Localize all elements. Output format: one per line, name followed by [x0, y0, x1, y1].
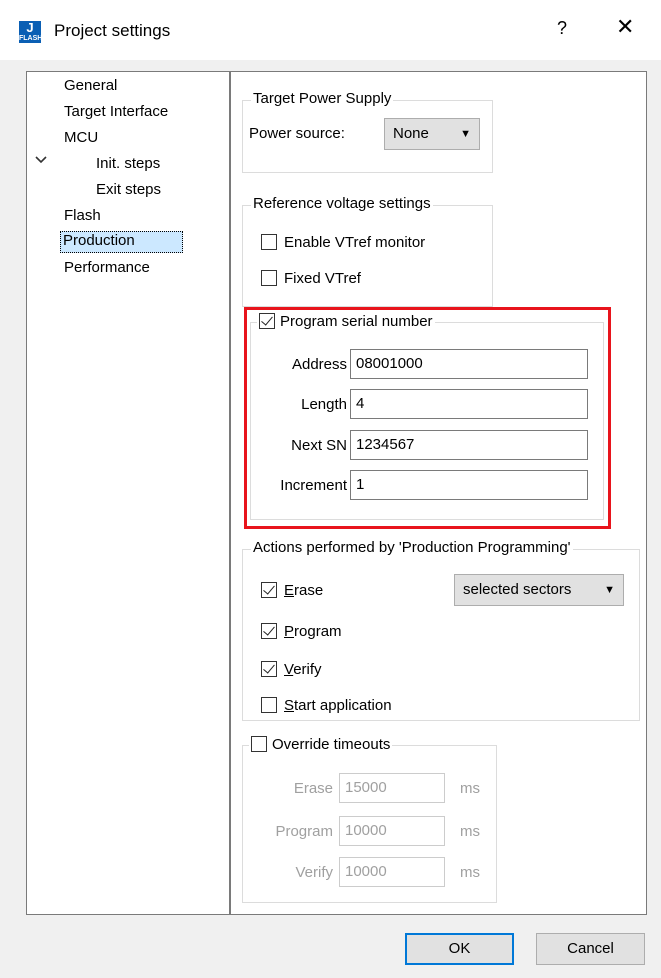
start-label-mnemonic: S: [284, 696, 295, 714]
override-timeouts-group: Override timeouts Erase 15000 ms Program…: [242, 735, 497, 903]
fixed-vtref-checkbox-row[interactable]: Fixed VTref: [261, 269, 361, 287]
erase-label-mnemonic: E: [284, 581, 295, 599]
enable-vtref-checkbox-row[interactable]: Enable VTref monitor: [261, 233, 425, 251]
power-source-value: None: [393, 125, 429, 142]
erase-mode-value: selected sectors: [463, 581, 572, 598]
override-timeouts-label: Override timeouts: [272, 735, 391, 753]
fixed-vtref-checkbox[interactable]: [261, 270, 277, 287]
tree-item-init-steps[interactable]: Init. steps: [96, 155, 160, 172]
tree-item-exit-steps[interactable]: Exit steps: [96, 181, 161, 198]
verify-label-mnemonic: V: [284, 660, 294, 678]
help-button[interactable]: ?: [557, 18, 567, 39]
verify-checkbox[interactable]: [261, 661, 277, 678]
program-checkbox-row[interactable]: Program: [261, 622, 342, 640]
settings-tree[interactable]: General Target Interface MCU Init. steps…: [26, 71, 230, 915]
erase-label: rase: [294, 581, 324, 599]
power-source-label: Power source:: [249, 125, 345, 142]
verify-timeout-unit: ms: [460, 864, 480, 881]
verify-timeout-input[interactable]: 10000: [339, 857, 445, 887]
tree-item-target-interface[interactable]: Target Interface: [64, 103, 168, 120]
target-power-group: Target Power Supply Power source: None ▼: [242, 90, 493, 173]
program-checkbox[interactable]: [261, 623, 277, 640]
start-application-checkbox[interactable]: [261, 697, 277, 714]
tree-item-flash[interactable]: Flash: [64, 207, 101, 224]
group-title: Target Power Supply: [251, 90, 394, 107]
window-title: Project settings: [54, 21, 171, 40]
program-label: rogram: [294, 622, 342, 640]
verify-timeout-label: Verify: [295, 864, 333, 881]
close-button[interactable]: ✕: [616, 14, 634, 40]
reference-voltage-group: Reference voltage settings Enable VTref …: [242, 195, 493, 307]
cancel-button[interactable]: Cancel: [536, 933, 645, 965]
tree-item-mcu[interactable]: MCU: [64, 129, 98, 146]
verify-label: erify: [293, 660, 322, 678]
program-timeout-input[interactable]: 10000: [339, 816, 445, 846]
production-settings-panel: Target Power Supply Power source: None ▼…: [230, 71, 647, 915]
dialog-client: General Target Interface MCU Init. steps…: [8, 60, 653, 970]
override-timeouts-checkbox-row[interactable]: Override timeouts: [249, 735, 393, 753]
power-source-select[interactable]: None ▼: [384, 118, 480, 150]
erase-timeout-input[interactable]: 15000: [339, 773, 445, 803]
title-bar: J FLASH Project settings ? ✕: [0, 0, 661, 60]
group-title: Reference voltage settings: [251, 195, 433, 212]
ok-button[interactable]: OK: [405, 933, 514, 965]
start-application-label: tart application: [294, 696, 392, 714]
group-title: Actions performed by 'Production Program…: [251, 539, 573, 556]
enable-vtref-checkbox[interactable]: [261, 234, 277, 251]
erase-checkbox-row[interactable]: Erase: [261, 581, 323, 599]
program-label-mnemonic: P: [284, 622, 295, 640]
dropdown-arrow-icon: ▼: [460, 128, 471, 140]
production-actions-group: Actions performed by 'Production Program…: [242, 539, 640, 721]
program-timeout-label: Program: [275, 823, 333, 840]
tree-item-production[interactable]: Production: [60, 231, 183, 253]
tree-item-general[interactable]: General: [64, 77, 117, 94]
app-icon-letter: J: [26, 21, 34, 35]
fixed-vtref-label: Fixed VTref: [284, 269, 361, 287]
highlight-annotation: [244, 307, 611, 529]
start-application-checkbox-row[interactable]: Start application: [261, 696, 392, 714]
jflash-app-icon: J FLASH: [19, 21, 41, 43]
app-icon-sub: FLASH: [19, 35, 41, 42]
verify-checkbox-row[interactable]: Verify: [261, 660, 322, 678]
enable-vtref-label: Enable VTref monitor: [284, 233, 426, 251]
chevron-down-icon[interactable]: [35, 151, 47, 167]
erase-timeout-label: Erase: [293, 780, 333, 797]
erase-mode-select[interactable]: selected sectors ▼: [454, 574, 624, 606]
override-timeouts-checkbox[interactable]: [251, 736, 267, 753]
program-timeout-unit: ms: [460, 823, 480, 840]
tree-item-performance[interactable]: Performance: [64, 259, 150, 276]
erase-checkbox[interactable]: [261, 582, 277, 599]
erase-timeout-unit: ms: [460, 780, 480, 797]
dropdown-arrow-icon: ▼: [604, 584, 615, 596]
